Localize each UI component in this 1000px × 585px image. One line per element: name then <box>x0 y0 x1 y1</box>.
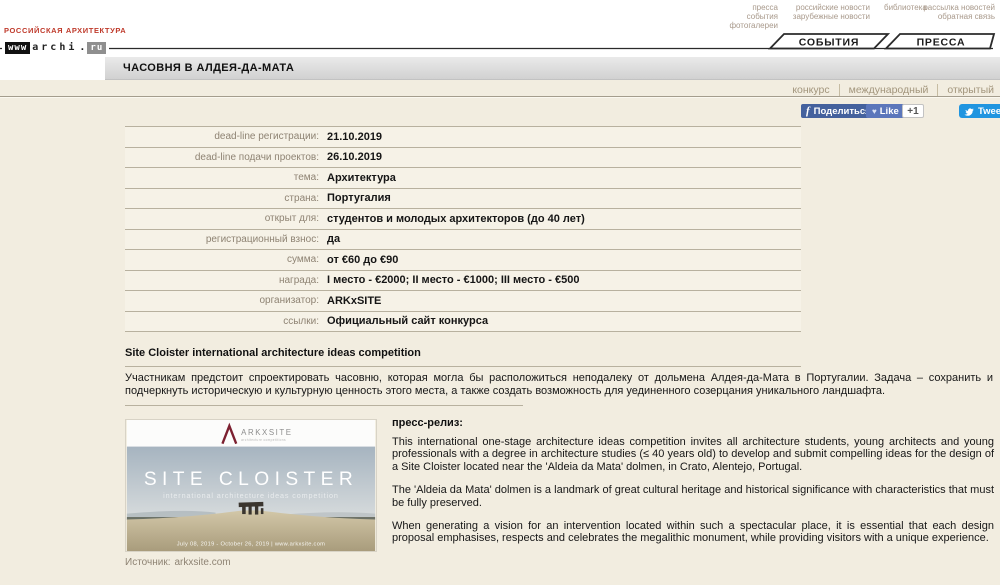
like-label: Like <box>880 106 899 117</box>
source-line: Источник: arkxsite.com <box>125 557 231 568</box>
table-row: награда: I место - €2000; II место - €10… <box>125 271 801 292</box>
poster-subtitle: international architecture ideas competi… <box>163 491 339 500</box>
official-site-link[interactable]: Официальный сайт конкурса <box>327 315 488 327</box>
divider <box>125 405 523 406</box>
nav-link-foreign-news[interactable]: зарубежные новости <box>793 12 870 21</box>
subnav-konkurs[interactable]: конкурс <box>792 84 829 96</box>
plus-one-button[interactable]: +1 <box>902 104 924 118</box>
detail-value: I место - €2000; II место - €1000; III м… <box>327 274 579 286</box>
table-row: сумма: от €60 до €90 <box>125 250 801 271</box>
detail-value: 26.10.2019 <box>327 151 382 163</box>
page-title: ЧАСОВНЯ В АЛДЕЯ-ДА-МАТА <box>105 57 1000 80</box>
archi-ru-logo[interactable]: www archi . ru <box>2 41 109 54</box>
heart-icon: ♥ <box>872 107 877 116</box>
nav-link-newsletter[interactable]: рассылка новостей <box>923 3 995 12</box>
source-label: Источник: <box>125 557 170 568</box>
table-row: dead-line подачи проектов: 26.10.2019 <box>125 148 801 169</box>
detail-value: студентов и молодых архитекторов (до 40 … <box>327 213 585 225</box>
detail-value: 21.10.2019 <box>327 131 382 143</box>
nav-link-pressa[interactable]: пресса <box>729 3 778 12</box>
divider <box>125 366 801 367</box>
table-row: регистрационный взнос: да <box>125 230 801 251</box>
logo-dot: . <box>79 42 85 53</box>
facebook-icon: f <box>806 105 810 117</box>
article-heading: Site Cloister international architecture… <box>125 347 421 359</box>
topnav-col-contact: рассылка новостей обратная связь <box>923 3 995 21</box>
source-link[interactable]: arkxsite.com <box>174 557 230 568</box>
press-release: пресс-релиз: This international one-stag… <box>392 417 994 556</box>
detail-label: ссылки: <box>125 316 327 327</box>
detail-label: dead-line подачи проектов: <box>125 152 327 163</box>
tweet-button[interactable]: Tweet <box>959 104 1000 118</box>
nav-link-russian-news[interactable]: российские новости <box>793 3 870 12</box>
logo-archi: archi <box>32 42 77 53</box>
detail-label: регистрационный взнос: <box>125 234 327 245</box>
detail-label: открыт для: <box>125 213 327 224</box>
detail-value: ARKxSITE <box>327 295 381 307</box>
detail-value: от €60 до €90 <box>327 254 398 266</box>
detail-label: страна: <box>125 193 327 204</box>
topnav-col-press: пресса события фотогалереи <box>729 3 778 30</box>
detail-label: награда: <box>125 275 327 286</box>
press-release-label: пресс-релиз: <box>392 417 994 429</box>
detail-value: Архитектура <box>327 172 396 184</box>
detail-value: Португалия <box>327 192 391 204</box>
press-paragraph: This international one-stage architectur… <box>392 436 994 473</box>
poster-title: SITE CLOISTER <box>144 469 358 490</box>
poster-brand-sub: architecture competitions <box>241 438 286 442</box>
tab-press-label[interactable]: ПРЕССА <box>917 37 966 49</box>
table-row: dead-line регистрации: 21.10.2019 <box>125 127 801 148</box>
table-row: страна: Португалия <box>125 189 801 210</box>
table-row: ссылки: Официальный сайт конкурса <box>125 312 801 333</box>
table-row: открыт для: студентов и молодых архитект… <box>125 209 801 230</box>
table-row: организатор: ARKxSITE <box>125 291 801 312</box>
twitter-bird-icon <box>964 107 975 116</box>
competition-poster-image[interactable]: ARKXSITE architecture competitions SITE … <box>125 419 377 552</box>
page: пресса события фотогалереи российские но… <box>0 0 1000 585</box>
press-paragraph: The 'Aldeia da Mata' dolmen is a landmar… <box>392 484 994 509</box>
topnav-col-library: библиотека <box>884 3 927 12</box>
table-row: тема: Архитектура <box>125 168 801 189</box>
press-paragraph: When generating a vision for an interven… <box>392 520 994 545</box>
competition-details-table: dead-line регистрации: 21.10.2019 dead-l… <box>125 126 801 332</box>
detail-label: организатор: <box>125 295 327 306</box>
nav-link-sobytiya[interactable]: события <box>729 12 778 21</box>
detail-label: сумма: <box>125 254 327 265</box>
plus-one-label: +1 <box>907 106 918 117</box>
topnav-col-news: российские новости зарубежные новости <box>793 3 870 21</box>
divider <box>0 96 1000 98</box>
detail-label: тема: <box>125 172 327 183</box>
poster-dates: July 08, 2019 - October 26, 2019 | www.a… <box>177 542 325 548</box>
article-intro: Участникам предстоит спроектировать часо… <box>125 372 993 397</box>
competition-breadcrumb: конкурс международный открытый <box>792 84 994 96</box>
detail-label: dead-line регистрации: <box>125 131 327 142</box>
detail-value: да <box>327 233 340 245</box>
subnav-international[interactable]: международный <box>839 84 929 96</box>
nav-link-fotogalerei[interactable]: фотогалереи <box>729 21 778 30</box>
poster-brand: ARKXSITE <box>241 428 292 437</box>
logo-ru: ru <box>87 42 106 54</box>
subnav-open[interactable]: открытый <box>937 84 994 96</box>
like-button[interactable]: ♥ Like <box>866 104 905 118</box>
facebook-share-label: Поделиться <box>814 106 871 117</box>
logo-www: www <box>5 42 30 54</box>
nav-link-feedback[interactable]: обратная связь <box>923 12 995 21</box>
header-tabs: СОБЫТИЯ ПРЕССА <box>0 30 1000 52</box>
nav-link-library[interactable]: библиотека <box>884 3 927 12</box>
tweet-label: Tweet <box>978 106 1000 117</box>
tab-events-label[interactable]: СОБЫТИЯ <box>799 37 859 49</box>
